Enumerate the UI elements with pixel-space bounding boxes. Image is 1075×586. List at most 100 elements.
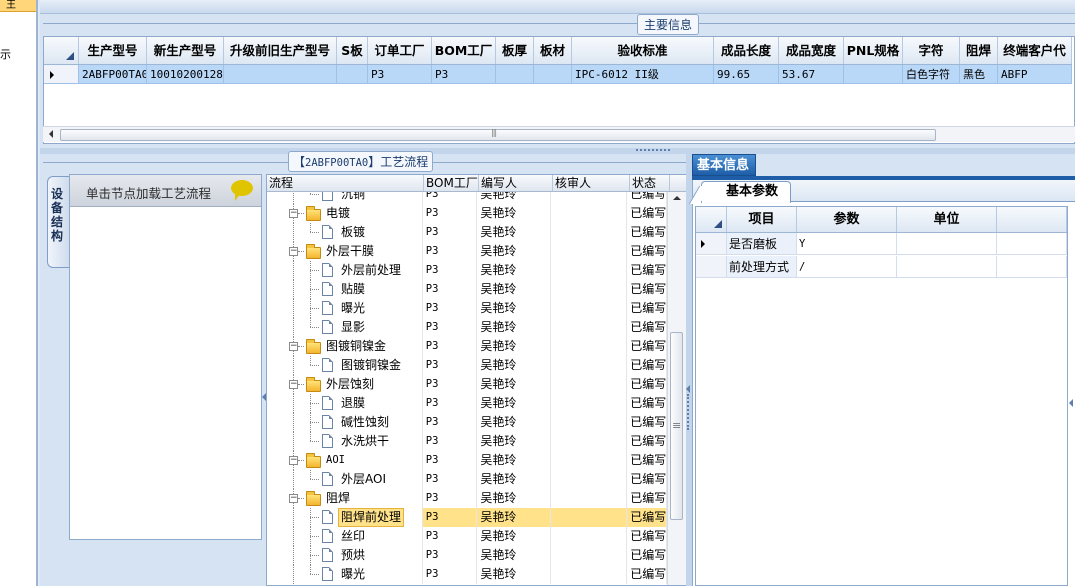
collapse-node-icon[interactable]: − <box>289 456 298 465</box>
table-cell[interactable]: 已编写 <box>627 451 667 470</box>
table-cell[interactable]: 已编写 <box>627 280 667 299</box>
tree-node-label[interactable]: 碱性蚀刻 <box>339 414 391 431</box>
table-cell[interactable]: 白色字符 <box>903 65 960 83</box>
tree-row[interactable]: 贴膜 P3 吴艳玲 已编写 <box>267 280 667 299</box>
vertical-scrollbar[interactable] <box>667 192 686 585</box>
table-cell[interactable] <box>551 375 628 394</box>
tree-row[interactable]: 图镀铜镍金 P3 吴艳玲 已编写 <box>267 356 667 375</box>
table-cell[interactable]: 吴艳玲 <box>477 192 551 204</box>
table-cell[interactable]: 已编写 <box>627 261 667 280</box>
tree-node-label[interactable]: AOI <box>324 452 347 469</box>
table-cell[interactable] <box>551 546 628 565</box>
table-cell[interactable] <box>844 65 903 83</box>
table-cell[interactable]: P3 <box>423 223 478 242</box>
tree-node-label[interactable]: 外层蚀刻 <box>324 376 376 393</box>
table-cell[interactable]: P3 <box>368 65 432 83</box>
tree-node[interactable]: 显影 <box>267 318 423 337</box>
column-header[interactable]: 参数 <box>797 207 897 232</box>
tree-row[interactable]: 水洗烘干 P3 吴艳玲 已编写 <box>267 432 667 451</box>
table-cell[interactable] <box>224 65 337 83</box>
table-cell[interactable]: P3 <box>423 470 478 489</box>
table-cell[interactable]: 已编写 <box>627 394 667 413</box>
tree-node-label[interactable]: 预烘 <box>339 547 367 564</box>
tree-row[interactable]: − AOI P3 吴艳玲 已编写 <box>267 451 667 470</box>
tree-node-label[interactable]: 阻焊 <box>324 490 352 507</box>
table-cell[interactable]: P3 <box>423 261 478 280</box>
table-cell[interactable]: 已编写 <box>627 375 667 394</box>
load-process-hint[interactable]: 单击节点加载工艺流程 <box>70 175 261 207</box>
table-cell[interactable]: 黑色 <box>960 65 998 83</box>
tree-node[interactable]: 预烘 <box>267 546 423 565</box>
column-header[interactable]: 升级前旧生产型号 <box>224 37 337 64</box>
tree-node-label[interactable]: 外层干膜 <box>324 243 376 260</box>
table-cell[interactable]: 已编写 <box>627 546 667 565</box>
collapse-left-arrow[interactable] <box>262 393 266 401</box>
process-node-panel[interactable]: 单击节点加载工艺流程 <box>69 174 262 540</box>
tree-row[interactable]: 外层前处理 P3 吴艳玲 已编写 <box>267 261 667 280</box>
table-cell[interactable]: P3 <box>423 394 478 413</box>
tree-row[interactable]: − 阻焊 P3 吴艳玲 已编写 <box>267 489 667 508</box>
table-cell[interactable]: 2ABFP00TA0 <box>79 65 147 83</box>
table-cell[interactable]: 已编写 <box>627 318 667 337</box>
table-cell[interactable]: 吴艳玲 <box>477 223 551 242</box>
tree-node-label[interactable]: 曝光 <box>339 300 367 317</box>
table-cell[interactable]: 已编写 <box>627 470 667 489</box>
table-cell[interactable] <box>551 565 628 584</box>
column-header[interactable]: 单位 <box>897 207 997 232</box>
column-header[interactable]: 字符 <box>903 37 960 64</box>
table-cell[interactable]: 吴艳玲 <box>477 261 551 280</box>
table-cell[interactable]: / <box>797 256 897 277</box>
table-cell[interactable] <box>551 242 628 261</box>
table-row[interactable]: 2ABFP00TA010010200128090 P3P3 IPC-6012 II级… <box>44 65 1072 84</box>
tree-node[interactable]: 板镀 <box>267 223 423 242</box>
table-cell[interactable]: 吴艳玲 <box>477 375 551 394</box>
tree-node-label[interactable]: 外层AOI <box>339 471 388 488</box>
left-item-fragment[interactable]: 示 <box>0 46 11 62</box>
table-cell[interactable]: 已编写 <box>627 508 667 527</box>
table-cell[interactable] <box>551 470 628 489</box>
scroll-thumb[interactable] <box>670 332 683 520</box>
table-cell[interactable]: ABFP <box>998 65 1072 83</box>
table-cell[interactable]: P3 <box>423 565 478 584</box>
tree-node[interactable]: 阻焊前处理 <box>267 508 423 527</box>
tree-node[interactable]: 丝印 <box>267 527 423 546</box>
table-cell[interactable]: 吴艳玲 <box>477 432 551 451</box>
table-cell[interactable]: 是否磨板 <box>727 233 797 254</box>
table-cell[interactable]: P3 <box>423 432 478 451</box>
tree-row[interactable]: 沉铜 P3 吴艳玲 已编写 <box>267 192 667 204</box>
table-cell[interactable]: 已编写 <box>627 432 667 451</box>
tree-node-label[interactable]: 丝印 <box>339 528 367 545</box>
collapse-node-icon[interactable]: − <box>289 247 298 256</box>
column-header[interactable]: 生产型号 <box>79 37 147 64</box>
tree-node[interactable]: 曝光 <box>267 299 423 318</box>
tree-node[interactable]: − AOI <box>267 451 423 470</box>
table-cell[interactable]: 吴艳玲 <box>477 508 551 527</box>
column-header[interactable]: 阻焊 <box>960 37 998 64</box>
scroll-up-arrow[interactable] <box>673 196 681 200</box>
table-cell[interactable]: 吴艳玲 <box>477 318 551 337</box>
table-cell[interactable]: 吴艳玲 <box>477 356 551 375</box>
table-cell[interactable]: P3 <box>423 192 478 204</box>
tree-node[interactable]: 水洗烘干 <box>267 432 423 451</box>
tree-row[interactable]: 碱性蚀刻 P3 吴艳玲 已编写 <box>267 413 667 432</box>
table-cell[interactable] <box>551 223 628 242</box>
table-cell[interactable]: 吴艳玲 <box>477 242 551 261</box>
table-cell[interactable]: 已编写 <box>627 565 667 584</box>
table-cell[interactable]: 已编写 <box>627 413 667 432</box>
collapse-node-icon[interactable]: − <box>289 209 298 218</box>
table-cell[interactable] <box>551 489 628 508</box>
table-cell[interactable]: 99.65 <box>714 65 779 83</box>
process-tree-body[interactable]: 沉铜 P3 吴艳玲 已编写 − 电镀 P3 吴艳玲 已编写 板镀 P3 吴艳玲 已编写 − 外层干膜 P3 吴艳… <box>267 192 667 585</box>
table-cell[interactable] <box>551 432 628 451</box>
table-cell[interactable]: P3 <box>423 489 478 508</box>
column-header[interactable]: 订单工厂 <box>368 37 432 64</box>
column-header[interactable]: 验收标准 <box>572 37 714 64</box>
splitter-grip[interactable] <box>636 149 670 153</box>
table-cell[interactable] <box>551 413 628 432</box>
column-header[interactable]: 项目 <box>727 207 797 232</box>
table-cell[interactable]: Y <box>797 233 897 254</box>
tree-node[interactable]: − 图镀铜镍金 <box>267 337 423 356</box>
tree-node-label[interactable]: 图镀铜镍金 <box>324 338 388 355</box>
tree-node-label[interactable]: 电镀 <box>324 205 352 222</box>
table-cell[interactable]: P3 <box>432 65 496 83</box>
